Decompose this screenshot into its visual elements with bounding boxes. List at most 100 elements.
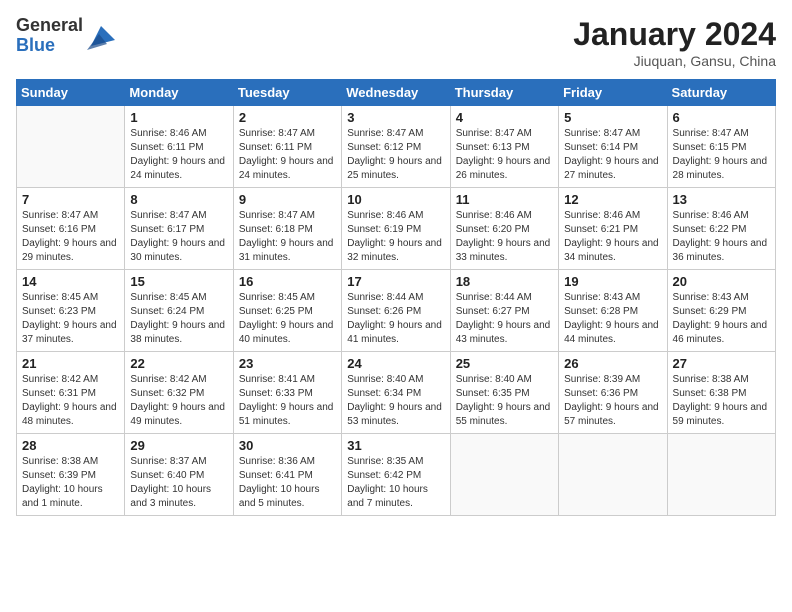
day-info: Sunrise: 8:47 AMSunset: 6:13 PMDaylight:…	[456, 127, 553, 183]
calendar-cell: 3 Sunrise: 8:47 AMSunset: 6:12 PMDaylight…	[342, 106, 450, 188]
month-title: January 2024	[573, 16, 776, 53]
day-number: 5	[564, 110, 661, 125]
day-number: 14	[22, 274, 119, 289]
calendar-cell: 26 Sunrise: 8:39 AMSunset: 6:36 PMDayligh…	[559, 352, 667, 434]
day-number: 26	[564, 356, 661, 371]
weekday-header-tuesday: Tuesday	[233, 80, 341, 106]
weekday-header-saturday: Saturday	[667, 80, 775, 106]
day-number: 8	[130, 192, 227, 207]
logo-blue-text: Blue	[16, 36, 83, 56]
calendar-cell: 15Sunrise: 8:45 AMSunset: 6:24 PMDayligh…	[125, 270, 233, 352]
day-number: 25	[456, 356, 553, 371]
day-number: 2	[239, 110, 336, 125]
calendar-cell: 22 Sunrise: 8:42 AMSunset: 6:32 PMDayligh…	[125, 352, 233, 434]
day-info: Sunrise: 8:46 AMSunset: 6:22 PMDaylight:…	[673, 209, 770, 265]
day-info: Sunrise: 8:43 AMSunset: 6:29 PMDaylight:…	[673, 291, 770, 347]
page-header: General Blue January 2024 Jiuquan, Gansu…	[16, 16, 776, 69]
day-number: 1	[130, 110, 227, 125]
calendar-table: SundayMondayTuesdayWednesdayThursdayFrid…	[16, 79, 776, 516]
calendar-cell: 23 Sunrise: 8:41 AMSunset: 6:33 PMDayligh…	[233, 352, 341, 434]
day-info: Sunrise: 8:46 AMSunset: 6:21 PMDaylight:…	[564, 209, 661, 265]
logo-icon	[87, 22, 115, 50]
day-info: Sunrise: 8:44 AMSunset: 6:27 PMDaylight:…	[456, 291, 553, 347]
calendar-cell	[559, 434, 667, 516]
calendar-cell: 25Sunrise: 8:40 AMSunset: 6:35 PMDayligh…	[450, 352, 558, 434]
weekday-header-monday: Monday	[125, 80, 233, 106]
calendar-header: SundayMondayTuesdayWednesdayThursdayFrid…	[17, 80, 776, 106]
day-number: 17	[347, 274, 444, 289]
calendar-cell: 7Sunrise: 8:47 AMSunset: 6:16 PMDaylight…	[17, 188, 125, 270]
calendar-body: 1 Sunrise: 8:46 AMSunset: 6:11 PMDaylight…	[17, 106, 776, 516]
day-number: 13	[673, 192, 770, 207]
calendar-cell: 10Sunrise: 8:46 AMSunset: 6:19 PMDayligh…	[342, 188, 450, 270]
calendar-cell: 30Sunrise: 8:36 AMSunset: 6:41 PMDayligh…	[233, 434, 341, 516]
calendar-week-5: 28 Sunrise: 8:38 AMSunset: 6:39 PMDayligh…	[17, 434, 776, 516]
day-info: Sunrise: 8:45 AMSunset: 6:23 PMDaylight:…	[22, 291, 119, 347]
calendar-cell: 21Sunrise: 8:42 AMSunset: 6:31 PMDayligh…	[17, 352, 125, 434]
calendar-cell: 19Sunrise: 8:43 AMSunset: 6:28 PMDayligh…	[559, 270, 667, 352]
calendar-week-1: 1 Sunrise: 8:46 AMSunset: 6:11 PMDaylight…	[17, 106, 776, 188]
calendar-cell: 14 Sunrise: 8:45 AMSunset: 6:23 PMDayligh…	[17, 270, 125, 352]
day-number: 6	[673, 110, 770, 125]
calendar-cell	[667, 434, 775, 516]
weekday-header-friday: Friday	[559, 80, 667, 106]
day-info: Sunrise: 8:42 AMSunset: 6:31 PMDaylight:…	[22, 373, 119, 429]
calendar-cell: 31Sunrise: 8:35 AMSunset: 6:42 PMDayligh…	[342, 434, 450, 516]
day-info: Sunrise: 8:39 AMSunset: 6:36 PMDaylight:…	[564, 373, 661, 429]
day-number: 11	[456, 192, 553, 207]
calendar-cell: 16 Sunrise: 8:45 AMSunset: 6:25 PMDayligh…	[233, 270, 341, 352]
day-number: 28	[22, 438, 119, 453]
day-info: Sunrise: 8:44 AMSunset: 6:26 PMDaylight:…	[347, 291, 444, 347]
day-info: Sunrise: 8:46 AMSunset: 6:20 PMDaylight:…	[456, 209, 553, 265]
weekday-header-wednesday: Wednesday	[342, 80, 450, 106]
calendar-cell: 13 Sunrise: 8:46 AMSunset: 6:22 PMDayligh…	[667, 188, 775, 270]
day-number: 15	[130, 274, 227, 289]
day-number: 30	[239, 438, 336, 453]
day-info: Sunrise: 8:35 AMSunset: 6:42 PMDaylight:…	[347, 455, 444, 511]
day-number: 23	[239, 356, 336, 371]
day-number: 22	[130, 356, 227, 371]
title-block: January 2024 Jiuquan, Gansu, China	[573, 16, 776, 69]
day-number: 20	[673, 274, 770, 289]
day-info: Sunrise: 8:41 AMSunset: 6:33 PMDaylight:…	[239, 373, 336, 429]
day-number: 9	[239, 192, 336, 207]
weekday-header-thursday: Thursday	[450, 80, 558, 106]
day-info: Sunrise: 8:47 AMSunset: 6:17 PMDaylight:…	[130, 209, 227, 265]
day-info: Sunrise: 8:43 AMSunset: 6:28 PMDaylight:…	[564, 291, 661, 347]
logo-general-text: General	[16, 16, 83, 36]
day-number: 24	[347, 356, 444, 371]
day-info: Sunrise: 8:45 AMSunset: 6:25 PMDaylight:…	[239, 291, 336, 347]
day-info: Sunrise: 8:42 AMSunset: 6:32 PMDaylight:…	[130, 373, 227, 429]
calendar-week-2: 7Sunrise: 8:47 AMSunset: 6:16 PMDaylight…	[17, 188, 776, 270]
day-info: Sunrise: 8:40 AMSunset: 6:34 PMDaylight:…	[347, 373, 444, 429]
calendar-week-4: 21Sunrise: 8:42 AMSunset: 6:31 PMDayligh…	[17, 352, 776, 434]
location: Jiuquan, Gansu, China	[573, 53, 776, 69]
day-info: Sunrise: 8:38 AMSunset: 6:39 PMDaylight:…	[22, 455, 119, 511]
calendar-cell: 6 Sunrise: 8:47 AMSunset: 6:15 PMDaylight…	[667, 106, 775, 188]
calendar-cell: 27Sunrise: 8:38 AMSunset: 6:38 PMDayligh…	[667, 352, 775, 434]
day-info: Sunrise: 8:47 AMSunset: 6:14 PMDaylight:…	[564, 127, 661, 183]
calendar-cell: 11 Sunrise: 8:46 AMSunset: 6:20 PMDayligh…	[450, 188, 558, 270]
day-info: Sunrise: 8:46 AMSunset: 6:19 PMDaylight:…	[347, 209, 444, 265]
calendar-cell: 8 Sunrise: 8:47 AMSunset: 6:17 PMDaylight…	[125, 188, 233, 270]
calendar-cell: 24 Sunrise: 8:40 AMSunset: 6:34 PMDayligh…	[342, 352, 450, 434]
calendar-cell: 28 Sunrise: 8:38 AMSunset: 6:39 PMDayligh…	[17, 434, 125, 516]
page-container: General Blue January 2024 Jiuquan, Gansu…	[0, 0, 792, 526]
logo: General Blue	[16, 16, 115, 56]
day-info: Sunrise: 8:46 AMSunset: 6:11 PMDaylight:…	[130, 127, 227, 183]
day-info: Sunrise: 8:47 AMSunset: 6:16 PMDaylight:…	[22, 209, 119, 265]
calendar-cell: 9 Sunrise: 8:47 AMSunset: 6:18 PMDaylight…	[233, 188, 341, 270]
weekday-header-sunday: Sunday	[17, 80, 125, 106]
day-number: 3	[347, 110, 444, 125]
day-info: Sunrise: 8:47 AMSunset: 6:11 PMDaylight:…	[239, 127, 336, 183]
day-number: 29	[130, 438, 227, 453]
day-number: 4	[456, 110, 553, 125]
calendar-cell: 20 Sunrise: 8:43 AMSunset: 6:29 PMDayligh…	[667, 270, 775, 352]
calendar-cell: 1 Sunrise: 8:46 AMSunset: 6:11 PMDaylight…	[125, 106, 233, 188]
day-info: Sunrise: 8:47 AMSunset: 6:12 PMDaylight:…	[347, 127, 444, 183]
calendar-cell: 17 Sunrise: 8:44 AMSunset: 6:26 PMDayligh…	[342, 270, 450, 352]
day-info: Sunrise: 8:47 AMSunset: 6:15 PMDaylight:…	[673, 127, 770, 183]
day-info: Sunrise: 8:47 AMSunset: 6:18 PMDaylight:…	[239, 209, 336, 265]
day-number: 27	[673, 356, 770, 371]
day-number: 16	[239, 274, 336, 289]
